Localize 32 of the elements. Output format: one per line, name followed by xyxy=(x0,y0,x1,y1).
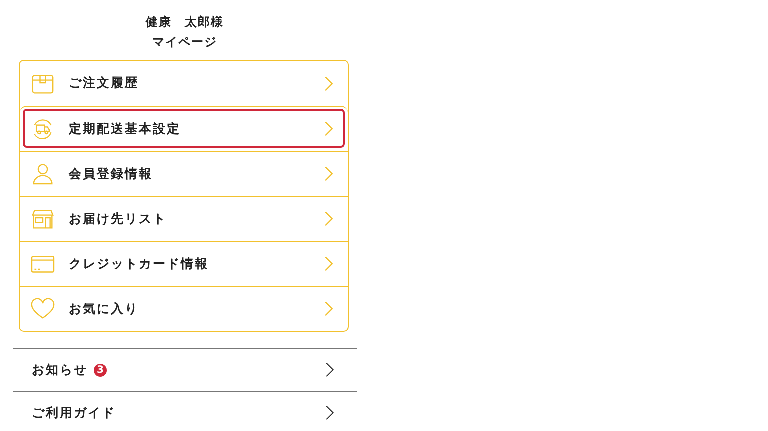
list-label: ご利用ガイド xyxy=(32,404,116,422)
menu-item[interactable]: ご注文履歴 xyxy=(20,61,348,106)
menu-item[interactable]: お届け先リスト xyxy=(20,196,348,241)
chevron-right-icon xyxy=(324,210,334,228)
chevron-right-icon xyxy=(324,74,334,92)
card-icon xyxy=(30,253,56,275)
chevron-right-icon xyxy=(324,120,334,138)
list-item[interactable]: ご利用ガイド xyxy=(13,391,357,431)
page-title: マイページ xyxy=(152,34,218,51)
heart-icon xyxy=(30,298,56,320)
menu-label: お気に入り xyxy=(69,300,140,318)
chevron-right-icon xyxy=(324,300,334,318)
menu-item[interactable]: クレジットカード情報 xyxy=(20,241,348,286)
count-badge: 3 xyxy=(94,364,107,376)
menu-label: クレジットカード情報 xyxy=(69,256,210,272)
chevron-right-icon xyxy=(325,404,335,422)
chevron-right-icon xyxy=(324,255,334,273)
user-name: 健康 太郎様 xyxy=(146,14,224,31)
menu-label: ご注文履歴 xyxy=(69,75,140,92)
person-icon xyxy=(30,163,56,185)
menu-label: お届け先リスト xyxy=(69,210,168,228)
chevron-right-icon xyxy=(324,165,334,183)
chevron-right-icon xyxy=(325,361,335,379)
shop-icon xyxy=(30,208,56,230)
menu-label: 会員登録情報 xyxy=(69,166,154,182)
list-label: お知らせ xyxy=(32,362,88,378)
list-item[interactable]: お知らせ 3 xyxy=(13,348,357,391)
menu-item[interactable]: 定期配送基本設定 xyxy=(20,106,348,151)
menu-label: 定期配送基本設定 xyxy=(69,120,182,138)
menu-item[interactable]: お気に入り xyxy=(20,286,348,331)
menu-item[interactable]: 会員登録情報 xyxy=(20,151,348,196)
box-icon xyxy=(30,72,56,94)
